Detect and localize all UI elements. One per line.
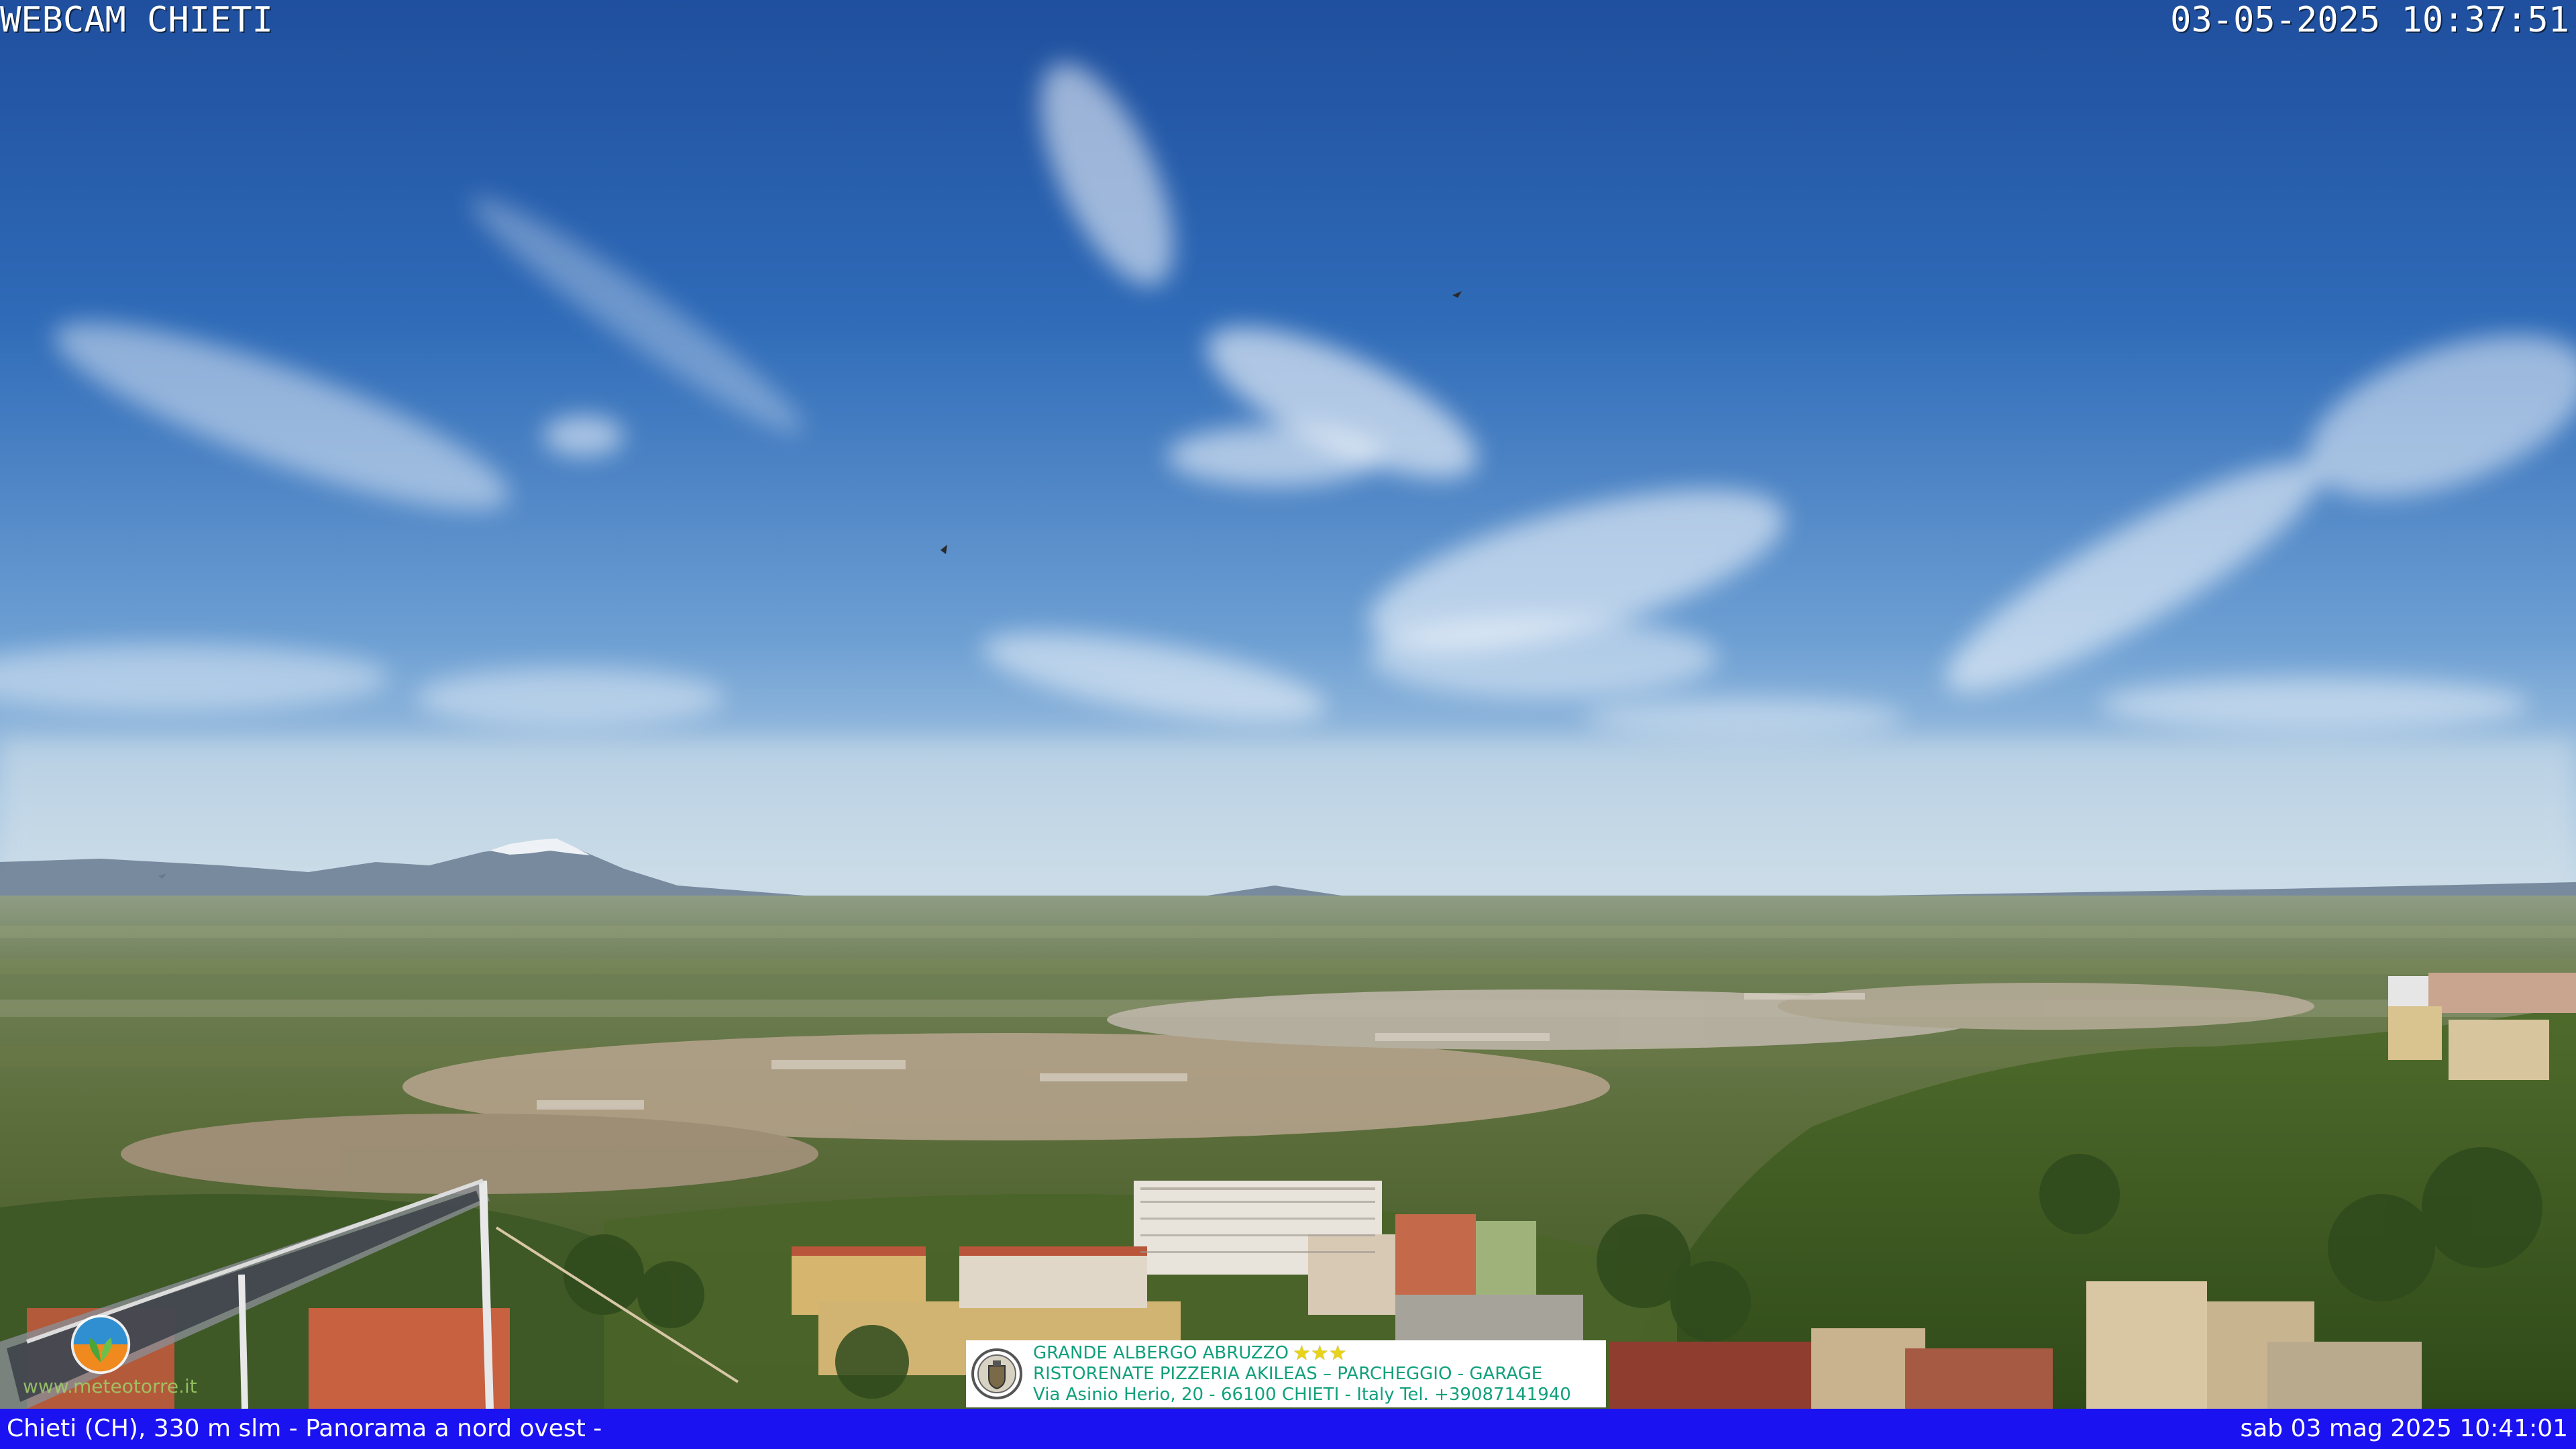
capture-timestamp: 03-05-2025 10:37:51: [2170, 0, 2569, 40]
hotel-address: Via Asinio Herio, 20 - 66100 CHIETI - It…: [1033, 1384, 1571, 1405]
ad-line-address: Via Asinio Herio, 20 - 66100 CHIETI - It…: [1033, 1385, 1571, 1405]
webcam-frame: WEBCAM CHIETI 03-05-2025 10:37:51 www.me…: [0, 0, 2576, 1449]
ad-line-services: RISTORENATE PIZZERIA AKILEAS – PARCHEGGI…: [1033, 1364, 1571, 1385]
webcam-title: WEBCAM CHIETI: [0, 0, 273, 40]
ad-line-hotel: GRANDE ALBERGO ABRUZZO ★★★: [1033, 1343, 1571, 1364]
status-datetime: sab 03 mag 2025 10:41:01: [2240, 1415, 2568, 1442]
hotel-name: GRANDE ALBERGO ABRUZZO: [1033, 1342, 1289, 1363]
status-bar: Chieti (CH), 330 m slm - Panorama a nord…: [0, 1409, 2576, 1449]
coat-of-arms-icon: [971, 1348, 1022, 1399]
meteotorre-logo: www.meteotorre.it: [8, 1308, 209, 1402]
hotel-ad-banner: GRANDE ALBERGO ABRUZZO ★★★ RISTORENATE P…: [966, 1340, 1606, 1407]
meteo-logo-icon: [70, 1314, 131, 1375]
hotel-services: RISTORENATE PIZZERIA AKILEAS – PARCHEGGI…: [1033, 1363, 1543, 1384]
webcam-panorama-image: [0, 0, 2576, 1409]
hotel-stars: ★★★: [1292, 1341, 1347, 1365]
location-caption: Chieti (CH), 330 m slm - Panorama a nord…: [7, 1415, 602, 1442]
site-url-text: www.meteotorre.it: [23, 1375, 197, 1397]
